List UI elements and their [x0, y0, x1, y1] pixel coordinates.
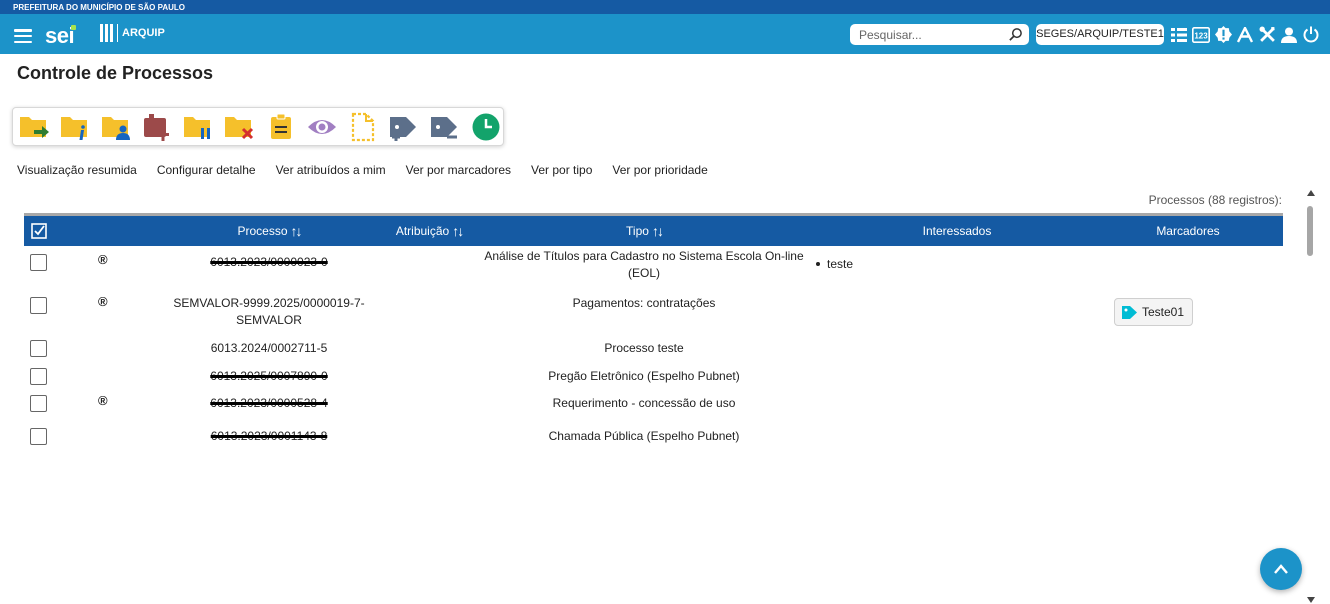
sort-icon[interactable]: ↑↓ [452, 223, 464, 239]
row-checkbox[interactable] [30, 254, 47, 271]
page-title: Controle de Processos [17, 63, 214, 83]
process-number[interactable]: SEMVALOR-9999.2025/0000019-7-SEMVALOR [164, 295, 374, 329]
accessibility-icon[interactable] [1236, 24, 1254, 45]
sort-icon[interactable]: ↑↓ [291, 223, 303, 239]
page-scrollbar[interactable] [1305, 190, 1317, 604]
header-marcadores: Marcadores [1156, 224, 1220, 238]
link-visualizacao-resumida[interactable]: Visualização resumida [17, 163, 137, 177]
header-interessados: Interessados [922, 224, 992, 238]
clock-icon[interactable] [468, 110, 503, 143]
scroll-down-arrow-icon[interactable] [1307, 597, 1315, 603]
power-icon[interactable] [1302, 24, 1320, 45]
registered-icon: ® [98, 252, 108, 267]
folder-add-icon[interactable] [140, 110, 175, 143]
link-ver-tipo[interactable]: Ver por tipo [531, 163, 592, 177]
tag-add-icon[interactable] [386, 110, 421, 143]
folder-user-icon[interactable] [99, 110, 134, 143]
sort-icon[interactable]: ↑↓ [652, 223, 664, 239]
row-checkbox[interactable] [30, 297, 47, 314]
header-atribuicao[interactable]: Atribuição ↑↓ [379, 216, 479, 246]
sei-logo-text: sei [45, 23, 75, 48]
list-icon[interactable] [1170, 24, 1188, 45]
link-ver-prioridade[interactable]: Ver por prioridade [612, 163, 707, 177]
user-icon[interactable] [1280, 24, 1298, 45]
scrollbar-thumb[interactable] [1307, 206, 1313, 256]
view-links: Visualização resumida Configurar detalhe… [17, 163, 728, 177]
link-ver-marcadores[interactable]: Ver por marcadores [406, 163, 511, 177]
table-header: Processo ↑↓ Atribuição ↑↓ Tipo ↑↓ Interessa… [24, 213, 1283, 246]
arquip-logo-text: ARQUIP [122, 27, 165, 39]
process-number[interactable]: 6013.2025/0007890-0 [164, 368, 374, 385]
tag-remove-icon[interactable] [427, 110, 462, 143]
process-number-text: 6013.2023/0000023-0 [210, 255, 328, 269]
folder-pause-icon[interactable] [181, 110, 216, 143]
folder-info-icon[interactable] [58, 110, 93, 143]
sei-logo[interactable]: sei [45, 23, 79, 49]
navbar: sei ARQUIP SEGES/ARQUIP/TESTE1 123 [0, 14, 1330, 54]
marker-label: Teste01 [1142, 305, 1185, 319]
eye-icon[interactable] [304, 110, 339, 143]
process-type: Requerimento - concessão de uso [552, 396, 736, 410]
registered-icon: ® [98, 393, 108, 408]
process-type: Análise de Títulos para Cadastro no Sist… [484, 249, 804, 280]
header-processo[interactable]: Processo ↑↓ [209, 216, 329, 246]
row-checkbox[interactable] [30, 428, 47, 445]
select-all-checkbox[interactable] [30, 216, 48, 246]
scroll-up-arrow-icon[interactable] [1307, 190, 1315, 196]
process-number[interactable]: 6013.2023/0001143-8 [164, 428, 374, 445]
marker-badge[interactable]: Teste01 [1114, 298, 1194, 326]
process-type: Chamada Pública (Espelho Pubnet) [548, 429, 740, 443]
registered-icon: ® [98, 294, 108, 309]
process-table: Processo ↑↓ Atribuição ↑↓ Tipo ↑↓ Interessa… [24, 213, 1283, 445]
numeric-icon[interactable]: 123 [1192, 24, 1210, 45]
process-type: Processo teste [604, 341, 684, 355]
clipboard-icon[interactable] [263, 110, 298, 143]
header-tipo[interactable]: Tipo ↑↓ [599, 216, 689, 246]
header-processo-label: Processo [237, 224, 288, 238]
arquip-logo: ARQUIP [100, 24, 165, 42]
process-number-text: 6013.2023/0001143-8 [210, 429, 328, 443]
menu-icon[interactable] [14, 29, 32, 43]
search-box [850, 24, 1029, 45]
back-to-top-button[interactable] [1260, 548, 1302, 590]
interessado: teste [816, 257, 853, 271]
folder-send-icon[interactable] [17, 110, 52, 143]
process-number[interactable]: 6013.2024/0002711-5 [164, 340, 374, 357]
row-checkbox[interactable] [30, 340, 47, 357]
process-number[interactable]: 6013.2023/0000023-0 [164, 254, 374, 271]
link-ver-atribuidos[interactable]: Ver atribuídos a mim [276, 163, 386, 177]
process-number-text: 6013.2023/0000528-4 [210, 396, 328, 410]
row-checkbox[interactable] [30, 368, 47, 385]
process-number-text: 6013.2025/0007890-0 [210, 369, 328, 383]
header-atribuicao-label: Atribuição [395, 224, 450, 238]
chevron-up-icon [1274, 564, 1288, 574]
row-checkbox[interactable] [30, 395, 47, 412]
unit-selector[interactable]: SEGES/ARQUIP/TESTE1 [1036, 24, 1164, 45]
interessado-text: teste [827, 257, 854, 271]
svg-text:123: 123 [1194, 31, 1208, 40]
alert-icon[interactable] [1214, 24, 1232, 45]
search-icon[interactable] [1008, 27, 1023, 42]
process-number[interactable]: 6013.2023/0000528-4 [164, 395, 374, 412]
org-banner: PREFEITURA DO MUNICÍPIO DE SÃO PAULO [0, 0, 1330, 14]
records-count: Processos (88 registros): [1148, 193, 1282, 207]
tag-icon [1122, 305, 1137, 319]
tools-icon[interactable] [1258, 24, 1276, 45]
action-toolbar [12, 107, 504, 146]
document-dashed-icon[interactable] [345, 110, 380, 143]
process-type: Pagamentos: contratações [572, 296, 716, 310]
link-configurar-detalhe[interactable]: Configurar detalhe [157, 163, 256, 177]
folder-close-icon[interactable] [222, 110, 257, 143]
search-input[interactable] [859, 27, 1009, 42]
header-tipo-label: Tipo [626, 224, 649, 238]
process-type: Pregão Eletrônico (Espelho Pubnet) [548, 369, 740, 383]
